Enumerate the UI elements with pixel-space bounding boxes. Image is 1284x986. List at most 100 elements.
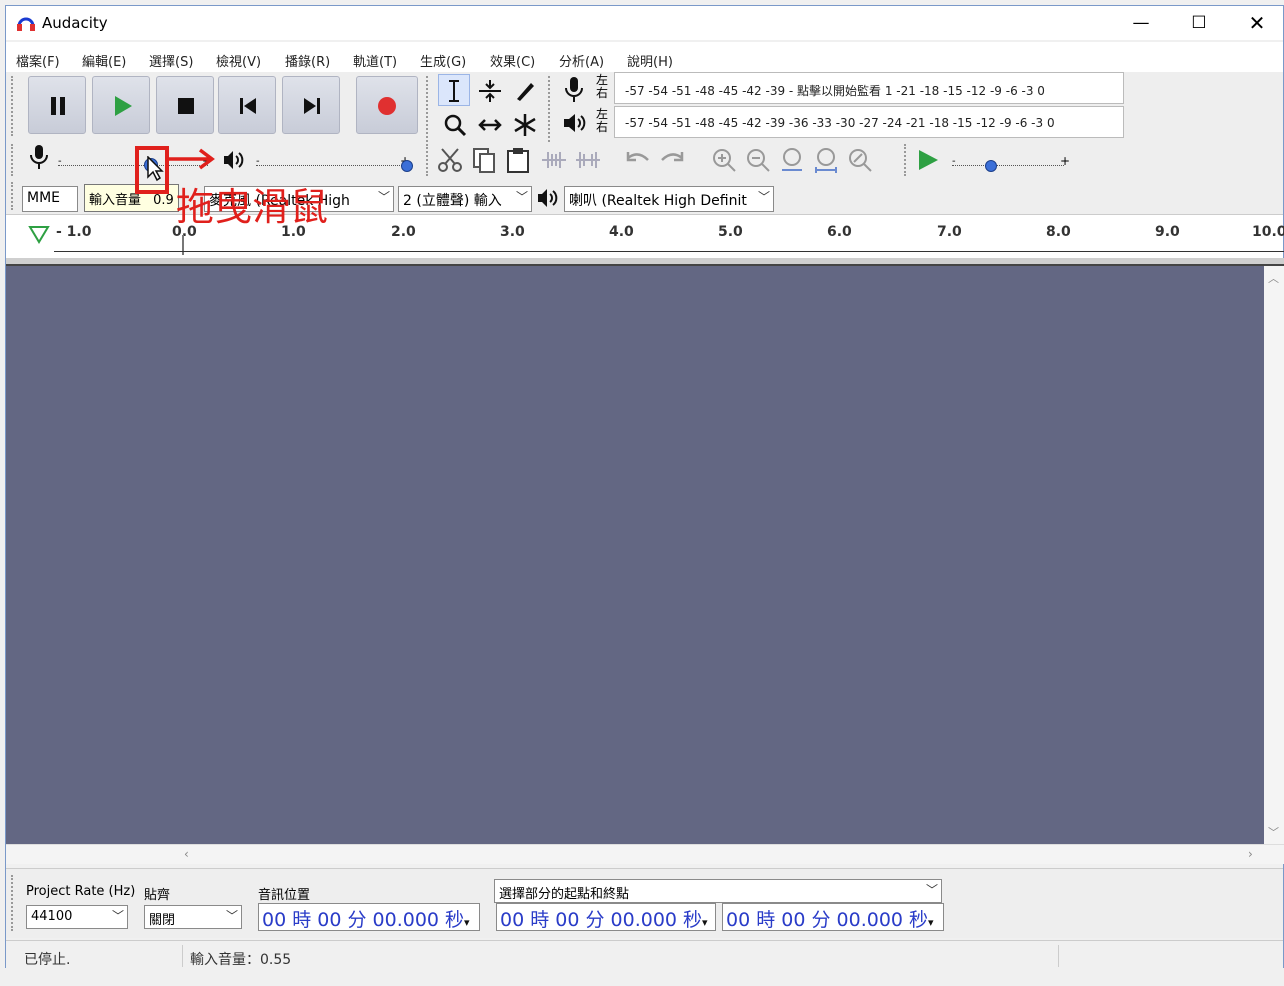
fit-selection-icon[interactable]	[778, 146, 806, 174]
device-grip[interactable]	[11, 182, 16, 210]
scroll-up-icon[interactable]: ︿	[1268, 270, 1279, 286]
zoom-toggle-icon[interactable]	[846, 146, 874, 174]
ruler-label: 2.0	[391, 224, 416, 240]
playback-device-select[interactable]: 喇叭 (Realtek High Definit ﹀	[564, 186, 774, 212]
record-icon	[378, 97, 396, 115]
vertical-scrollbar[interactable]: ︿ ﹀	[1264, 266, 1284, 844]
redo-icon[interactable]	[658, 148, 688, 172]
play-at-speed-grip[interactable]	[904, 144, 909, 176]
play-at-speed-icon[interactable]	[916, 148, 940, 172]
draw-tool-button[interactable]	[508, 74, 540, 106]
microphone-icon[interactable]	[562, 76, 586, 104]
project-rate-label: Project Rate (Hz)	[26, 884, 136, 899]
timeshift-tool-button[interactable]	[473, 108, 505, 140]
status-bar: 已停止. 輸入音量：0.55	[6, 940, 1283, 970]
menu-view[interactable]: 檢視(V)	[216, 51, 261, 70]
stop-button[interactable]	[156, 76, 214, 134]
project-rate-value: 44100	[31, 909, 73, 924]
audacity-window: Audacity — ☐ ✕ 檔案(F) 編輯(E) 選擇(S) 檢視(V) 播…	[5, 5, 1284, 970]
zoom-out-icon[interactable]	[744, 146, 772, 174]
audio-host-select[interactable]: MME	[22, 186, 78, 212]
record-meter[interactable]: -57 -54 -51 -48 -45 -42 -39 - 點擊以開始監看 1 …	[614, 72, 1124, 104]
recording-channels-select[interactable]: 2 (立體聲) 輸入 ﹀	[398, 186, 532, 212]
toolbar-grip[interactable]	[11, 76, 16, 136]
menu-help[interactable]: 說明(H)	[627, 51, 673, 70]
meter-grip[interactable]	[548, 76, 553, 142]
maximize-button[interactable]: ☐	[1170, 6, 1228, 40]
output-volume-speaker-icon	[224, 151, 244, 169]
skip-to-start-button[interactable]	[218, 76, 276, 134]
ruler-label: 7.0	[937, 224, 962, 240]
trim-audio-icon[interactable]	[540, 148, 568, 172]
output-volume-thumb[interactable]	[401, 160, 413, 172]
menu-bar: 檔案(F) 編輯(E) 選擇(S) 檢視(V) 播錄(R) 軌道(T) 生成(G…	[6, 42, 1283, 72]
pencil-icon	[517, 83, 534, 101]
zoom-tool-button[interactable]	[438, 108, 470, 140]
tools-grip[interactable]	[426, 76, 431, 142]
minimize-button[interactable]: —	[1112, 6, 1170, 40]
title-bar: Audacity — ☐ ✕	[6, 6, 1283, 40]
copy-icon[interactable]	[470, 146, 498, 174]
playback-meter[interactable]: -57 -54 -51 -48 -45 -42 -39 -36 -33 -30 …	[614, 106, 1124, 138]
menu-generate[interactable]: 生成(G)	[420, 51, 466, 70]
selection-end-time[interactable]: 00 時 00 分 00.000 秒▾	[722, 903, 944, 931]
project-rate-combo[interactable]: 44100 ﹀	[26, 905, 128, 929]
multi-tool-button[interactable]	[508, 108, 540, 140]
envelope-tool-button[interactable]	[473, 74, 505, 106]
play-icon	[115, 96, 132, 116]
magnifier-icon	[444, 114, 467, 137]
track-panel[interactable]	[6, 266, 1264, 844]
close-button[interactable]: ✕	[1228, 6, 1284, 40]
menu-transport[interactable]: 播錄(R)	[285, 51, 330, 70]
speaker-icon[interactable]	[562, 110, 588, 136]
menu-select[interactable]: 選擇(S)	[149, 51, 193, 70]
horizontal-scrollbar[interactable]: ‹ ›	[6, 844, 1284, 864]
selection-mode-value: 選擇部分的起點和終點	[499, 887, 630, 902]
menu-edit[interactable]: 編輯(E)	[82, 51, 126, 70]
pause-button[interactable]	[28, 76, 86, 134]
double-arrow-icon	[478, 119, 502, 131]
record-button[interactable]	[356, 76, 418, 134]
selection-tool-button[interactable]	[438, 74, 470, 106]
input-level-status: 輸入音量：0.55	[190, 952, 292, 968]
snap-value: 關閉	[149, 913, 176, 928]
silence-audio-icon[interactable]	[574, 148, 602, 172]
selection-grip[interactable]	[11, 875, 16, 931]
mixer-grip[interactable]	[11, 144, 16, 176]
scroll-down-icon[interactable]: ﹀	[1268, 824, 1279, 840]
zoom-in-icon[interactable]	[710, 146, 738, 174]
skip-to-end-button[interactable]	[282, 76, 340, 134]
selection-start-time[interactable]: 00 時 00 分 00.000 秒▾	[496, 903, 716, 931]
scroll-left-icon[interactable]: ‹	[184, 847, 189, 861]
cut-scissors-icon[interactable]	[436, 146, 464, 174]
annotation-text: 拖曳滑鼠	[176, 185, 329, 229]
play-button[interactable]	[92, 76, 150, 134]
playback-state: 已停止.	[24, 952, 71, 968]
menu-analyze[interactable]: 分析(A)	[559, 51, 604, 70]
selection-mode-combo[interactable]: 選擇部分的起點和終點 ﹀	[494, 879, 942, 903]
timeline-options-triangle-icon[interactable]	[28, 223, 50, 245]
tooltip-text: 輸入音量	[89, 193, 142, 208]
ruler-label: - 1.0	[56, 224, 92, 240]
envelope-icon	[479, 80, 501, 102]
playback-speed-thumb[interactable]	[985, 160, 997, 172]
output-volume-slider[interactable]: - +	[256, 154, 416, 174]
menu-file[interactable]: 檔案(F)	[16, 51, 60, 70]
playhead-marker	[182, 235, 184, 255]
fit-project-icon[interactable]	[812, 146, 840, 174]
edit-grip[interactable]	[426, 144, 431, 176]
snap-combo[interactable]: 關閉 ﹀	[144, 905, 242, 929]
chevron-down-icon: ﹀	[925, 883, 938, 897]
scroll-right-icon[interactable]: ›	[1248, 847, 1253, 861]
undo-icon[interactable]	[622, 148, 652, 172]
paste-clipboard-icon[interactable]	[504, 146, 532, 174]
menu-effect[interactable]: 效果(C)	[490, 51, 535, 70]
menu-tracks[interactable]: 軌道(T)	[353, 51, 397, 70]
playback-speed-slider[interactable]: - +	[952, 154, 1072, 174]
status-divider	[182, 945, 183, 967]
audio-position-time[interactable]: 00 時 00 分 00.000 秒▾	[258, 903, 480, 931]
chevron-down-icon: ﹀	[515, 190, 528, 204]
ruler-label: 5.0	[718, 224, 743, 240]
asterisk-icon	[514, 114, 536, 136]
selection-end-value: 00 時 00 分 00.000 秒	[726, 909, 929, 931]
